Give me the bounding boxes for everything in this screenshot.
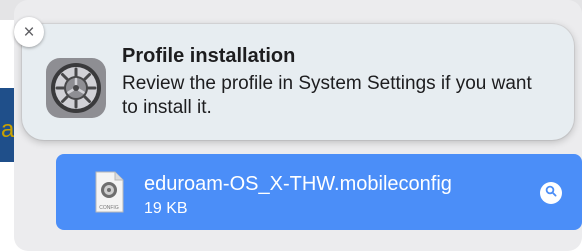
- file-icon-label: CONFIG: [99, 205, 119, 211]
- close-notification-button[interactable]: ×: [14, 17, 44, 47]
- magnifier-icon: [545, 184, 557, 202]
- notification-body: Review the profile in System Settings if…: [122, 73, 532, 118]
- system-settings-gear-icon: [44, 56, 108, 120]
- reveal-in-finder-button[interactable]: [540, 182, 562, 204]
- download-file-size: 19 KB: [144, 200, 188, 217]
- config-file-icon: CONFIG: [94, 171, 124, 213]
- close-icon: ×: [23, 21, 35, 43]
- download-file-name: eduroam-OS_X-THW.mobileconfig: [144, 173, 452, 195]
- background-partial-text: a: [1, 116, 15, 143]
- notification-title: Profile installation: [122, 45, 296, 67]
- download-item[interactable]: CONFIG eduroam-OS_X-THW.mobileconfig 19 …: [56, 154, 582, 230]
